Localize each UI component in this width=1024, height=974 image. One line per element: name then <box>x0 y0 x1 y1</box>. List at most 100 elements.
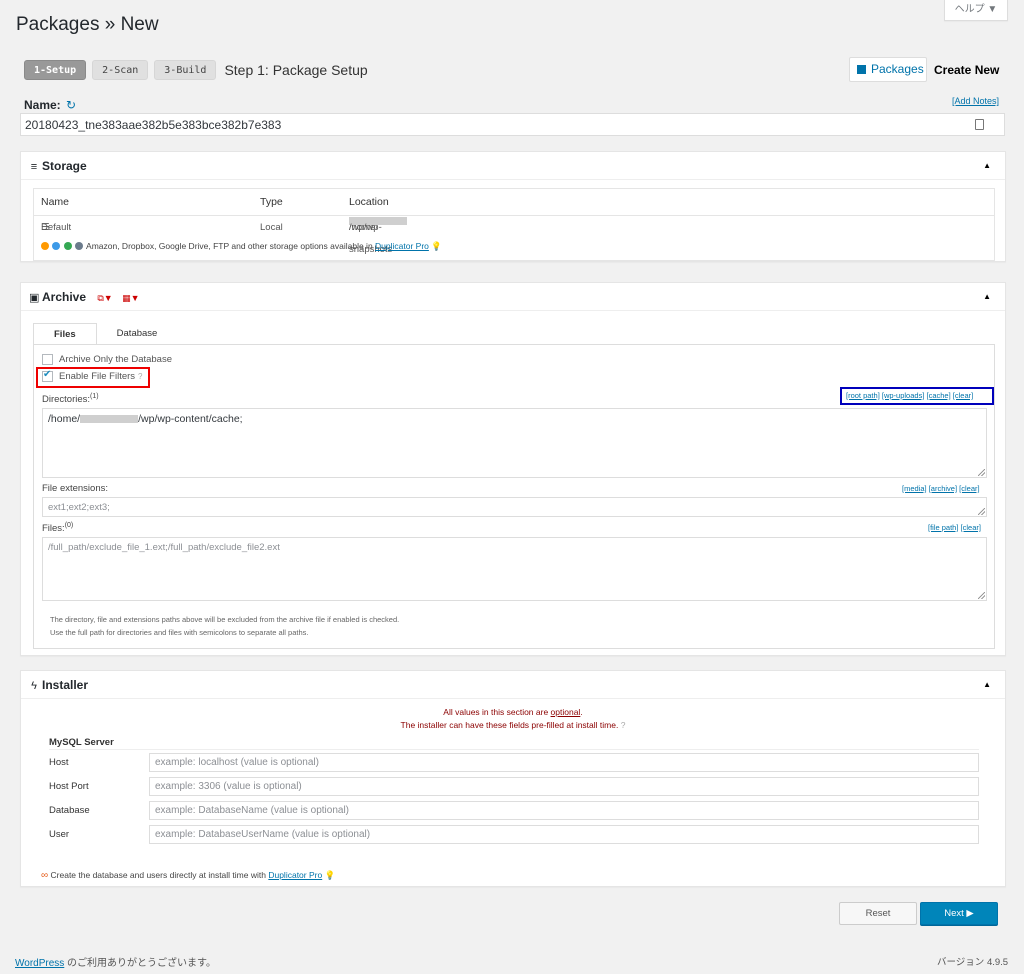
dropbox-icon <box>52 242 61 250</box>
files-count: (0) <box>64 522 74 529</box>
host-label: Host <box>49 757 69 768</box>
location-suffix: /wp/wp-snapshots <box>349 222 393 255</box>
files-placeholder: /full_path/exclude_file_1.ext;/full_path… <box>48 542 280 553</box>
lightbulb-icon: 💡 <box>324 870 336 880</box>
database-input[interactable]: example: DatabaseName (value is optional… <box>149 801 979 820</box>
quick-links-highlight <box>840 387 994 405</box>
archive-only-db-label: Archive Only the Database <box>59 354 173 365</box>
footer-text: のご利用ありがとうございます。 <box>64 958 217 969</box>
name-label-text: Name: <box>24 98 61 112</box>
storage-promo: Amazon, Dropbox, Google Drive, FTP and o… <box>41 241 442 252</box>
storage-panel-header[interactable]: ≡ Storage ▲ <box>21 152 1005 180</box>
amazon-icon <box>41 242 49 250</box>
enable-filters-highlight <box>36 367 150 388</box>
optional-msg-prefix: All values in this section are <box>443 707 551 717</box>
lightbulb-icon: 💡 <box>431 241 442 251</box>
directories-suffix: /wp/wp-content/cache; <box>138 413 243 425</box>
mysql-server-title: MySQL Server <box>49 737 114 748</box>
help-icon[interactable]: ? <box>621 720 626 730</box>
step-1-setup: 1-Setup <box>24 60 87 80</box>
archive-only-db-checkbox[interactable] <box>42 354 53 365</box>
add-notes-link[interactable]: [Add Notes] <box>952 96 999 106</box>
extensions-input[interactable]: ext1;ext2;ext3; <box>42 497 987 517</box>
step-indicator: 1-Setup 2-Scan 3-Build Step 1: Package S… <box>24 60 368 80</box>
archive-link[interactable]: [archive] <box>929 484 957 493</box>
bolt-icon: ϟ <box>31 680 37 692</box>
directories-textarea[interactable]: /home/ /wp/wp-content/cache; <box>42 408 987 478</box>
installer-panel: ϟ Installer ▲ All values in this section … <box>20 670 1006 887</box>
user-input[interactable]: example: DatabaseUserName (value is opti… <box>149 825 979 844</box>
storage-title: Storage <box>42 159 87 173</box>
packages-button[interactable]: Packages <box>849 57 927 82</box>
archive-only-db-row: Archive Only the Database <box>42 354 172 365</box>
installer-panel-header[interactable]: ϟ Installer ▲ <box>21 671 1005 699</box>
storage-table: Name Type Location ☰ Default Local /home… <box>33 188 995 261</box>
file-archive-icon: ▣ <box>29 292 40 304</box>
step-2-scan: 2-Scan <box>92 60 149 80</box>
collapse-arrow-icon[interactable]: ▲ <box>983 671 991 699</box>
collapse-arrow-icon[interactable]: ▲ <box>983 283 991 311</box>
extensions-quick-links: [media] [archive] [clear] <box>902 484 980 493</box>
col-type: Type <box>260 196 283 208</box>
host-port-input[interactable]: example: 3306 (value is optional) <box>149 777 979 796</box>
optional-msg-link: optional <box>550 707 581 717</box>
refresh-name-icon[interactable]: ↻ <box>66 98 76 112</box>
reset-button[interactable]: Reset <box>839 902 917 925</box>
tab-database[interactable]: Database <box>97 323 178 345</box>
clear-files-link[interactable]: [clear] <box>961 523 981 532</box>
divider <box>49 749 979 750</box>
clear-extensions-link[interactable]: [clear] <box>959 484 979 493</box>
footer-credit: WordPress のご利用ありがとうございます。 <box>15 954 216 969</box>
wordpress-link[interactable]: WordPress <box>15 958 64 969</box>
archive-panel: ▣ Archive ⧉▼ ▦▼ ▲ Files Database Archive … <box>20 282 1006 656</box>
google-drive-icon <box>63 242 72 250</box>
user-label: User <box>49 829 70 840</box>
redacted-block <box>80 415 139 424</box>
file-path-link[interactable]: [file path] <box>928 523 958 532</box>
directories-label-text: Directories: <box>42 394 91 406</box>
prefill-message: The installer can have these fields pre-… <box>21 720 1005 730</box>
create-new-link[interactable]: Create New <box>934 63 999 77</box>
package-name-input[interactable]: 20180423_tne383aae382b5e383bce382b7e383 <box>20 113 1005 136</box>
notes-icon[interactable] <box>975 119 984 130</box>
resize-grip[interactable] <box>978 508 985 515</box>
files-quick-links: [file path] [clear] <box>928 523 981 532</box>
database-icon: ≡ <box>30 161 38 173</box>
host-input[interactable]: example: localhost (value is optional) <box>149 753 979 772</box>
tab-files[interactable]: Files <box>33 323 97 345</box>
table-row: ☰ Default Local /home//wp/wp-snapshots <box>34 217 994 255</box>
collapse-arrow-icon[interactable]: ▲ <box>983 152 991 180</box>
version-text: バージョン 4.9.5 <box>937 957 1009 968</box>
help-tab[interactable]: ヘルプ ▼ <box>944 0 1008 21</box>
files-label-text: Files: <box>42 523 65 535</box>
resize-grip[interactable] <box>978 592 985 599</box>
storage-promo-text: Amazon, Dropbox, Google Drive, FTP and o… <box>86 241 373 251</box>
database-label: Database <box>49 805 90 816</box>
host-port-label: Host Port <box>49 781 89 792</box>
archive-title: Archive <box>42 290 87 304</box>
extensions-label: File extensions: <box>42 483 109 494</box>
extensions-placeholder: ext1;ext2;ext3; <box>48 502 110 513</box>
storage-type-cell: Local <box>260 222 283 233</box>
duplicator-pro-link[interactable]: Duplicator Pro <box>268 870 322 880</box>
package-name-value: 20180423_tne383aae382b5e383bce382b7e383 <box>25 118 282 132</box>
step-3-build: 3-Build <box>154 60 217 80</box>
installer-promo: ∞ Create the database and users directly… <box>41 870 335 881</box>
resize-grip[interactable] <box>978 469 985 476</box>
media-link[interactable]: [media] <box>902 484 927 493</box>
packages-button-label: Packages <box>871 62 924 76</box>
archive-panel-header[interactable]: ▣ Archive ⧉▼ ▦▼ ▲ <box>21 283 1005 311</box>
files-textarea[interactable]: /full_path/exclude_file_1.ext;/full_path… <box>42 537 987 601</box>
next-button[interactable]: Next ▶ <box>920 902 998 925</box>
filter-note-2: Use the full path for directories and fi… <box>50 628 309 637</box>
name-label: Name: ↻ <box>24 98 76 112</box>
optional-message: All values in this section are optional. <box>21 707 1005 717</box>
directories-count: (1) <box>90 393 99 400</box>
installer-title: Installer <box>42 678 89 692</box>
duplicator-pro-link[interactable]: Duplicator Pro <box>375 241 429 251</box>
filter-note-1: The directory, file and extensions paths… <box>50 615 400 624</box>
col-name: Name <box>41 196 70 208</box>
storage-table-header: Name Type Location <box>34 189 994 216</box>
page-title: Packages » New <box>16 14 159 35</box>
ftp-icon <box>75 242 84 250</box>
